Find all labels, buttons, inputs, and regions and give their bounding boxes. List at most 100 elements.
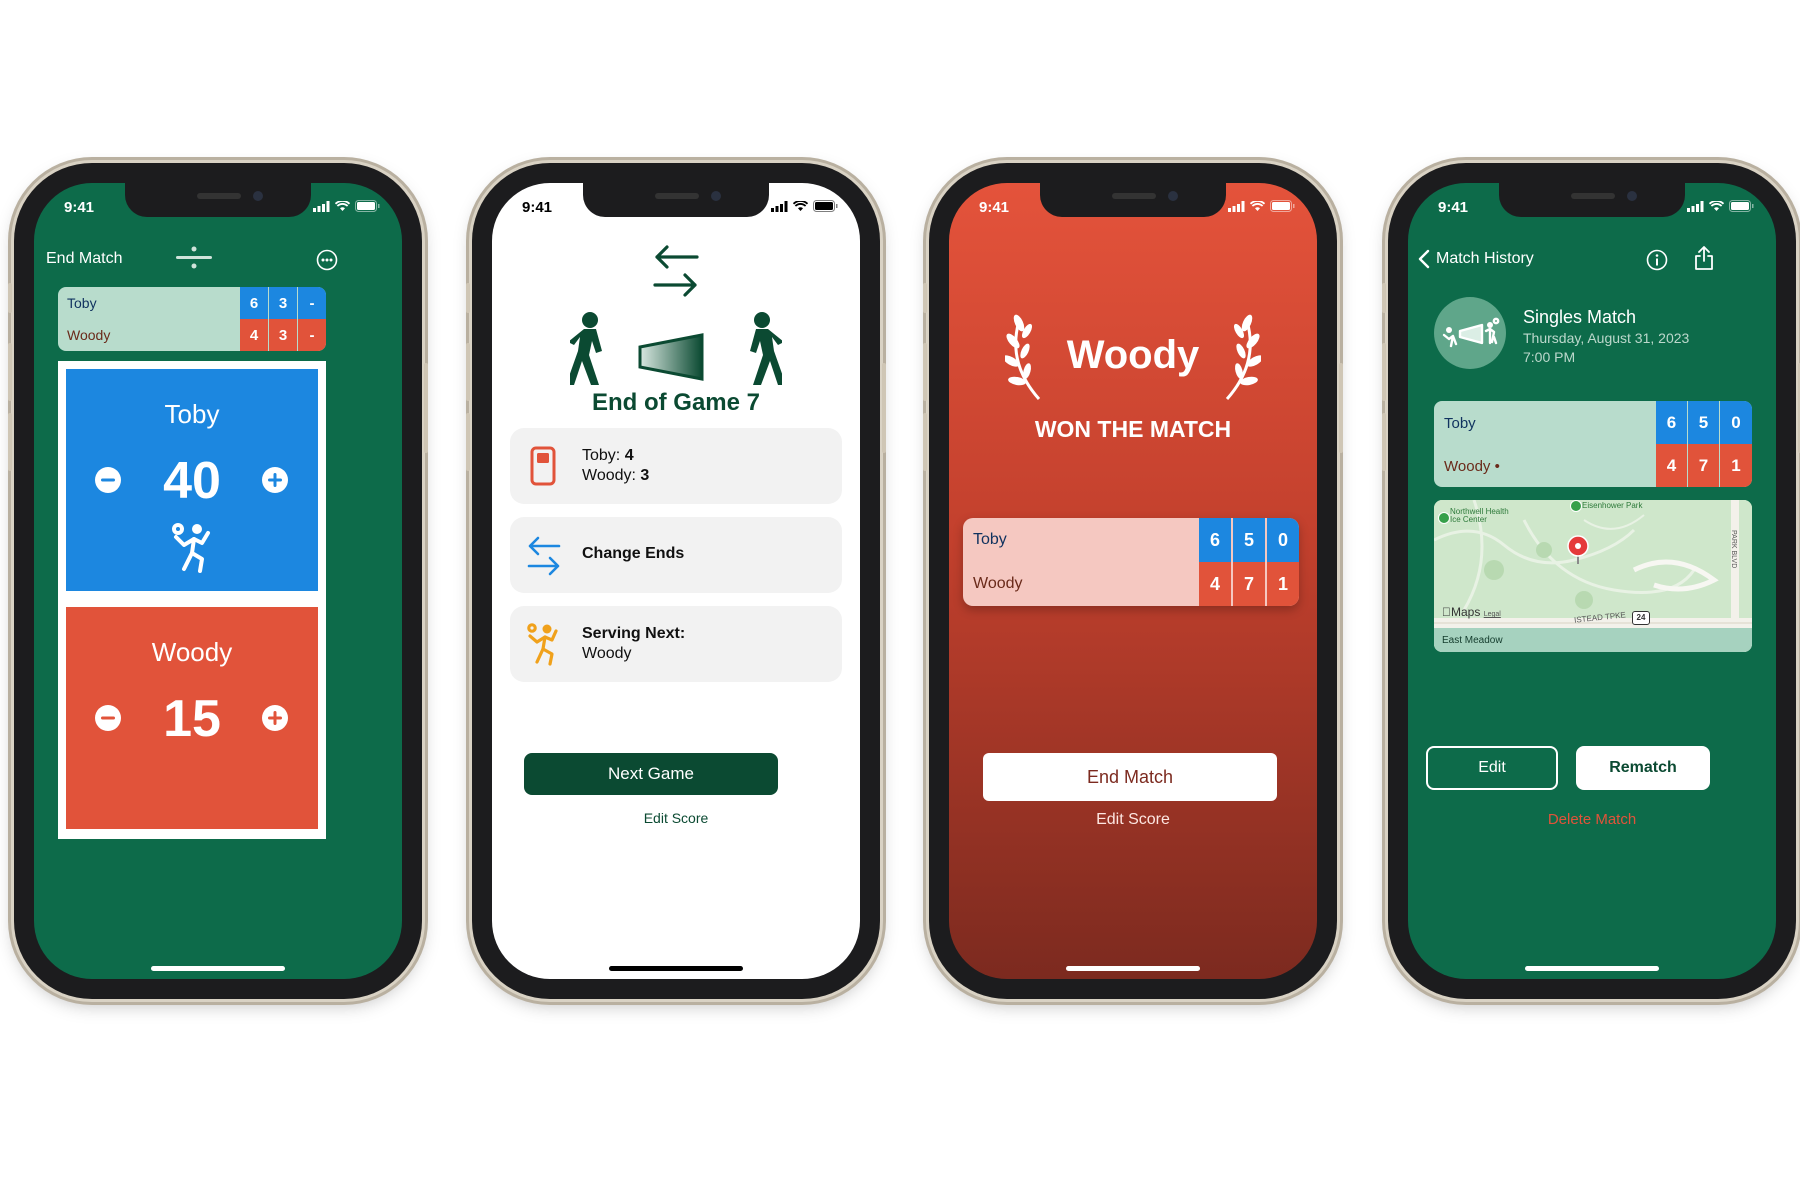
match-type-title: Singles Match <box>1523 307 1637 327</box>
score-line-label: Toby: <box>582 447 625 464</box>
phone-icon <box>530 446 556 486</box>
player-name: Woody <box>973 575 1023 592</box>
set-score: - <box>298 287 326 319</box>
status-icons <box>313 200 380 212</box>
match-date: Thursday, August 31, 2023 <box>1523 330 1690 346</box>
table-row: Toby 6 5 0 <box>963 518 1299 562</box>
back-label: Match History <box>1436 250 1534 267</box>
set-score: 1 <box>1267 562 1299 606</box>
scoreboard-screen: 9:41 End Match Toby 6 3 - Woody 4 3 - To… <box>34 183 402 979</box>
status-icons <box>1228 200 1295 212</box>
next-game-button[interactable]: Next Game <box>524 753 778 795</box>
page-title: End of Game 7 <box>591 389 761 416</box>
set-score: 5 <box>1233 518 1265 562</box>
status-time: 9:41 <box>979 199 1010 216</box>
minus-button[interactable] <box>94 466 122 494</box>
legal-link[interactable]: Legal <box>1484 611 1501 618</box>
player-name: Toby <box>67 295 97 311</box>
edit-score-link[interactable]: Edit Score <box>492 810 860 826</box>
table-row: Woody 4 3 - <box>58 319 326 351</box>
set-score: 3 <box>269 319 297 351</box>
end-match-button[interactable]: End Match <box>983 753 1277 801</box>
set-score: 6 <box>1199 518 1231 562</box>
table-row: Toby 6 3 - <box>58 287 326 319</box>
laurel-right-icon <box>1219 313 1261 405</box>
set-score: 7 <box>1233 562 1265 606</box>
court-panel: Toby 40 Woody 15 <box>58 361 326 839</box>
match-scoreboard: Toby 6 5 0 Woody • 4 7 1 <box>1434 401 1752 487</box>
swap-arrows-icon <box>651 243 701 299</box>
chevron-left-icon <box>1418 249 1430 269</box>
plus-button[interactable] <box>261 466 289 494</box>
status-time: 9:41 <box>522 199 553 216</box>
home-indicator[interactable] <box>609 966 743 971</box>
set-score: 4 <box>1656 444 1687 487</box>
map-road-label: PARK BLVD <box>1730 530 1737 569</box>
maps-logo: Maps Legal <box>1442 605 1501 619</box>
route-shield: 24 <box>1632 611 1650 625</box>
edit-score-link[interactable]: Edit Score <box>949 811 1317 829</box>
score-line-label: Woody: <box>582 467 641 484</box>
rematch-button[interactable]: Rematch <box>1576 746 1710 790</box>
player-name: Woody <box>67 327 111 343</box>
serving-next-value: Woody <box>582 645 632 662</box>
set-score: 6 <box>1656 401 1687 444</box>
delete-match-button[interactable]: Delete Match <box>1408 811 1776 828</box>
map-poi-name: Eisenhower Park <box>1582 501 1643 510</box>
phone-match-detail: 9:41 Match History Singles Match Thursda… <box>1382 163 1800 999</box>
home-indicator[interactable] <box>1066 966 1200 971</box>
player-name: Woody • <box>1444 458 1500 475</box>
change-ends-card: Change Ends <box>510 517 842 593</box>
more-options-icon[interactable] <box>316 249 338 271</box>
mini-scoreboard: Toby 6 3 - Woody 4 3 - <box>58 287 326 351</box>
change-ends-label: Change Ends <box>582 545 685 562</box>
minus-button[interactable] <box>94 704 122 732</box>
winner-name: Woody <box>1066 333 1200 377</box>
match-detail-screen: 9:41 Match History Singles Match Thursda… <box>1408 183 1776 979</box>
phone-end-of-game: 9:41 End of Game 7 Toby: 4 Woody: 3 Chan… <box>466 163 886 999</box>
serving-player-icon <box>526 622 562 666</box>
home-indicator[interactable] <box>151 966 285 971</box>
status-time: 9:41 <box>1438 199 1469 216</box>
player-name: Toby <box>164 399 220 429</box>
map-pin-icon <box>1566 535 1590 565</box>
match-type-avatar <box>1434 297 1506 369</box>
table-row: Woody • 4 7 1 <box>1434 444 1752 487</box>
player-name: Toby <box>973 531 1007 548</box>
set-score: 4 <box>240 319 268 351</box>
player-panel-woody[interactable]: Woody 15 <box>66 607 318 829</box>
map-location-label: East Meadow <box>1442 635 1503 646</box>
end-of-game-screen: 9:41 End of Game 7 Toby: 4 Woody: 3 Chan… <box>492 183 860 979</box>
game-score-card: Toby: 4 Woody: 3 <box>510 428 842 504</box>
edit-button[interactable]: Edit <box>1426 746 1558 790</box>
change-ends-illustration <box>570 311 782 393</box>
location-map[interactable]: Northwell Health Ice Center Eisenhower P… <box>1434 500 1752 652</box>
plus-button[interactable] <box>261 704 289 732</box>
swap-arrows-icon <box>526 536 562 576</box>
back-button[interactable]: Match History <box>1418 249 1534 269</box>
serving-player-icon <box>170 521 216 573</box>
park-pin-icon <box>1438 512 1450 524</box>
player-panel-toby[interactable]: Toby 40 <box>66 369 318 591</box>
info-icon[interactable] <box>1646 249 1668 271</box>
match-time: 7:00 PM <box>1523 349 1576 365</box>
set-score: 4 <box>1199 562 1231 606</box>
set-score: 3 <box>269 287 297 319</box>
share-icon[interactable] <box>1694 245 1714 271</box>
maps-brand: Maps <box>1442 605 1480 619</box>
set-score: 7 <box>1688 444 1719 487</box>
serve-swap-icon[interactable] <box>176 245 212 271</box>
serving-next-card: Serving Next: Woody <box>510 606 842 682</box>
set-score: 6 <box>240 287 268 319</box>
set-score: 5 <box>1688 401 1719 444</box>
home-indicator[interactable] <box>1525 966 1659 971</box>
end-match-link[interactable]: End Match <box>46 250 122 268</box>
status-time: 9:41 <box>64 199 95 216</box>
status-icons <box>1687 200 1754 212</box>
player-name: Toby <box>1444 415 1476 432</box>
park-pin-icon <box>1570 500 1582 512</box>
match-winner-screen: 9:41 Woody WON THE MATCH Toby 6 5 0 Wood… <box>949 183 1317 979</box>
final-scoreboard: Toby 6 5 0 Woody 4 7 1 <box>963 518 1299 606</box>
set-score: 1 <box>1720 444 1752 487</box>
map-poi-name: Ice Center <box>1450 515 1487 524</box>
